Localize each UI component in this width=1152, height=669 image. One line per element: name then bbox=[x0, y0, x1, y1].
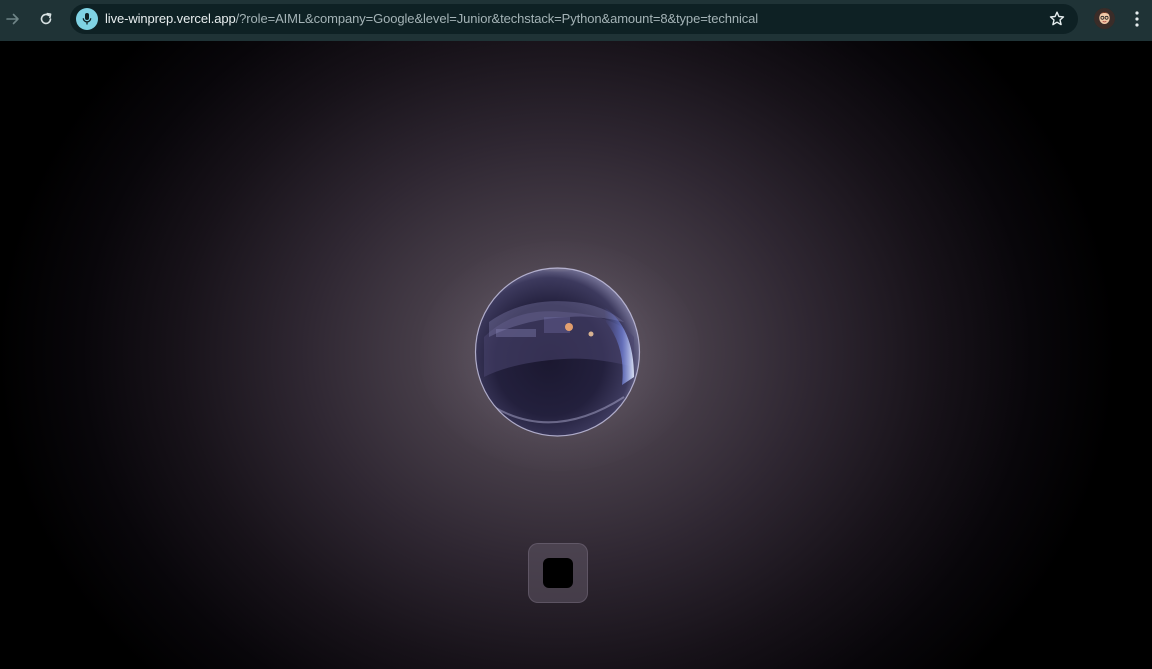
url-text[interactable]: live-winprep.vercel.app/?role=AIML&compa… bbox=[105, 11, 758, 26]
reload-icon bbox=[40, 12, 52, 25]
address-bar[interactable]: live-winprep.vercel.app/?role=AIML&compa… bbox=[70, 4, 1078, 34]
profile-avatar[interactable] bbox=[1094, 8, 1115, 29]
reload-button[interactable] bbox=[35, 8, 57, 30]
microphone-icon bbox=[82, 13, 92, 25]
stop-button[interactable] bbox=[528, 543, 588, 603]
browser-toolbar: live-winprep.vercel.app/?role=AIML&compa… bbox=[0, 0, 1152, 41]
sphere-orb bbox=[474, 267, 641, 437]
page-viewport bbox=[0, 41, 1152, 669]
kebab-menu-icon bbox=[1135, 11, 1139, 27]
browser-menu-button[interactable] bbox=[1130, 9, 1144, 29]
avatar-icon bbox=[1094, 8, 1115, 29]
url-host: live-winprep.vercel.app bbox=[105, 11, 236, 26]
url-path: /?role=AIML&company=Google&level=Junior&… bbox=[235, 11, 759, 26]
bookmark-button[interactable] bbox=[1048, 10, 1066, 28]
stop-icon bbox=[543, 558, 573, 588]
site-info-button[interactable] bbox=[76, 8, 98, 30]
forward-button[interactable] bbox=[2, 8, 24, 30]
star-icon bbox=[1049, 11, 1065, 26]
arrow-right-icon bbox=[6, 13, 19, 25]
